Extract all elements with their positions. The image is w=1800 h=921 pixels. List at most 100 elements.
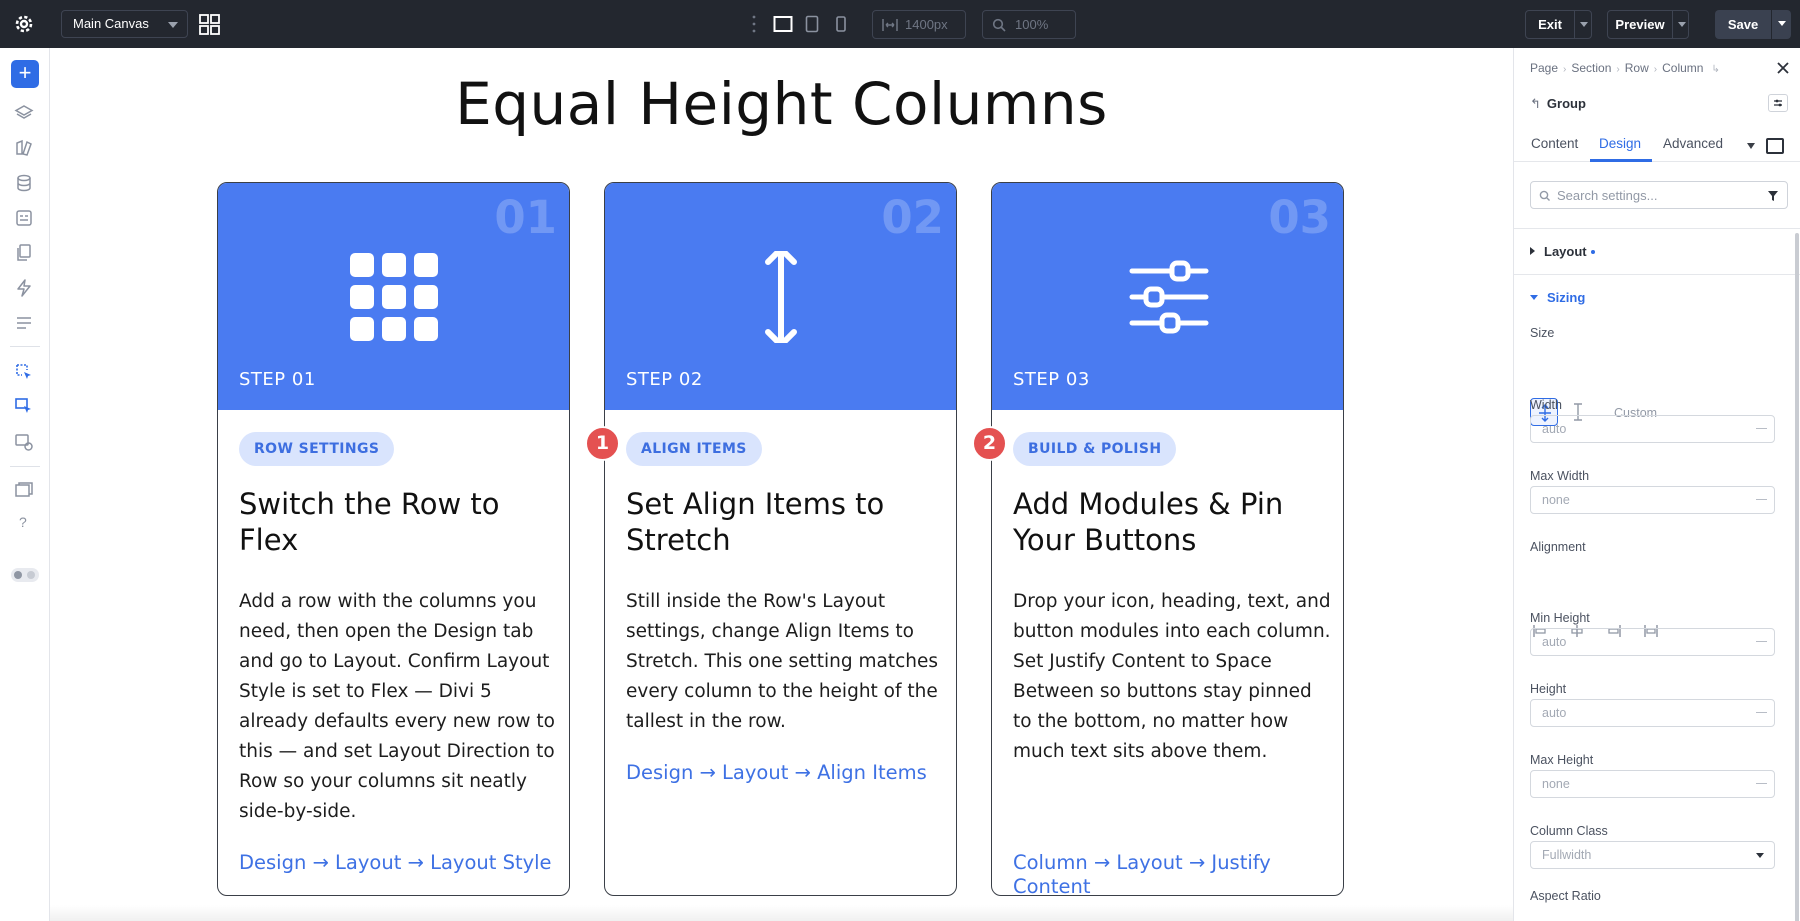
tablet-view-icon[interactable] <box>802 14 822 34</box>
design-library-icon[interactable] <box>14 138 34 158</box>
min-height-value: auto <box>1542 635 1567 649</box>
layout-section-toggle[interactable]: Layout <box>1530 244 1595 259</box>
card-header: 01 STEP 01 <box>218 183 569 410</box>
more-vertical-icon[interactable] <box>752 15 756 33</box>
save-label: Save <box>1727 17 1759 32</box>
toggle-options-icon[interactable] <box>1768 94 1788 112</box>
layers-icon[interactable] <box>14 103 34 123</box>
max-width-label: Max Width <box>1530 469 1590 483</box>
database-icon[interactable] <box>14 173 34 193</box>
exit-button[interactable]: Exit <box>1525 10 1592 39</box>
canvas-width-field[interactable]: 1400px <box>872 10 966 39</box>
close-icon[interactable] <box>1776 61 1790 75</box>
card-heading: Set Align Items to Stretch <box>626 487 885 557</box>
desktop-view-icon[interactable] <box>773 14 793 34</box>
step-label: STEP 01 <box>239 369 316 390</box>
alignment-label: Alignment <box>1530 540 1586 554</box>
card-link[interactable]: Design → Layout → Layout Style <box>239 851 559 875</box>
column-class-select[interactable]: Fullwidth <box>1530 841 1775 869</box>
exit-label: Exit <box>1538 17 1562 32</box>
filter-icon[interactable] <box>1767 190 1779 202</box>
select-element-icon[interactable] <box>14 362 34 382</box>
add-module-button[interactable]: + <box>11 60 39 88</box>
tab-design[interactable]: Design <box>1599 136 1641 151</box>
chevron-down-icon[interactable] <box>1747 143 1755 149</box>
canvas-select[interactable]: Main Canvas <box>61 10 188 38</box>
card-link[interactable]: Column → Layout → Justify Content <box>1013 851 1333 895</box>
step-label: STEP 03 <box>1013 369 1090 390</box>
max-height-value: none <box>1542 777 1570 791</box>
return-arrow-icon: ↳ <box>1711 64 1720 75</box>
save-button[interactable]: Save <box>1715 10 1791 39</box>
card-body: Still inside the Row's Layout settings, … <box>626 591 939 732</box>
group-selector[interactable]: ↰ Group <box>1530 96 1586 112</box>
builder-canvas: Equal Height Columns 01 STEP 01 ROW SETT… <box>50 48 1513 921</box>
chevron-down-icon <box>1756 853 1764 858</box>
height-input[interactable]: auto <box>1530 699 1775 727</box>
width-input[interactable]: auto <box>1530 415 1775 443</box>
card-link[interactable]: Design → Layout → Align Items <box>626 761 946 785</box>
caret-right-icon <box>1530 247 1535 255</box>
step-marker-2: 2 <box>972 426 1007 461</box>
search-placeholder: Search settings... <box>1557 188 1658 203</box>
breadcrumb-column[interactable]: Column <box>1662 61 1703 75</box>
preview-label: Preview <box>1615 17 1665 32</box>
breadcrumb-page[interactable]: Page <box>1530 61 1558 75</box>
aspect-ratio-label: Aspect Ratio <box>1530 889 1601 903</box>
min-height-input[interactable]: auto <box>1530 628 1775 656</box>
chevron-down-icon[interactable] <box>1580 22 1588 27</box>
chevron-down-icon <box>168 22 178 28</box>
card-header: 02 STEP 02 <box>605 183 956 410</box>
tab-advanced[interactable]: Advanced <box>1663 136 1723 151</box>
width-arrows-icon <box>882 19 898 31</box>
search-icon <box>992 18 1006 32</box>
card-body: Drop your icon, heading, text, and butto… <box>1013 591 1331 762</box>
top-toolbar: Main Canvas 1400px 100% Exit Preview Sav… <box>0 0 1800 48</box>
canvas-width-value: 1400px <box>905 17 948 32</box>
step-tag: BUILD & POLISH <box>1013 432 1177 466</box>
list-icon[interactable] <box>14 313 34 333</box>
sizing-section-label: Sizing <box>1547 290 1586 305</box>
layout-grid-icon[interactable] <box>199 14 220 35</box>
tab-content[interactable]: Content <box>1531 136 1578 151</box>
responsive-view-icon[interactable] <box>14 432 34 452</box>
height-label: Height <box>1530 682 1567 696</box>
phone-view-icon[interactable] <box>831 14 851 34</box>
height-value: auto <box>1542 706 1567 720</box>
square-icon[interactable] <box>1766 138 1784 154</box>
card-number: 02 <box>881 191 944 244</box>
step-card-3[interactable]: 03 STEP 03 BUILD & POLISH Add Modules & … <box>991 182 1344 896</box>
card-number: 03 <box>1268 191 1331 244</box>
page-title[interactable]: Equal Height Columns <box>50 70 1513 138</box>
preview-button[interactable]: Preview <box>1607 10 1689 39</box>
help-icon[interactable]: ? <box>19 514 27 530</box>
sizing-section-toggle[interactable]: Sizing <box>1530 290 1585 305</box>
chevron-down-icon[interactable] <box>1678 22 1686 27</box>
breadcrumb-section[interactable]: Section <box>1571 61 1611 75</box>
vertical-arrows-icon <box>765 251 797 343</box>
panel-scrollbar[interactable] <box>1795 233 1799 921</box>
pages-icon[interactable] <box>14 243 34 263</box>
page-settings-icon[interactable] <box>14 208 34 228</box>
wireframe-icon[interactable] <box>14 481 34 501</box>
zoom-field[interactable]: 100% <box>982 10 1076 39</box>
step-card-1[interactable]: 01 STEP 01 ROW SETTINGS Switch the Row t… <box>217 182 570 896</box>
zoom-value: 100% <box>1015 17 1049 32</box>
max-width-input[interactable]: none <box>1530 486 1775 514</box>
max-width-value: none <box>1542 493 1570 507</box>
step-card-2[interactable]: 02 STEP 02 ALIGN ITEMS Set Align Items t… <box>604 182 957 896</box>
breadcrumb-row[interactable]: Row <box>1625 61 1649 75</box>
settings-gear-icon[interactable] <box>12 12 36 36</box>
modified-dot <box>1590 250 1595 254</box>
card-number: 01 <box>494 191 557 244</box>
search-settings-input[interactable]: Search settings... <box>1530 181 1788 209</box>
lightning-icon[interactable] <box>14 278 34 298</box>
width-label: Width <box>1530 398 1562 412</box>
caret-down-icon <box>1530 295 1538 300</box>
sliders-icon <box>1129 260 1209 334</box>
multi-select-icon[interactable] <box>14 397 34 417</box>
max-height-input[interactable]: none <box>1530 770 1775 798</box>
theme-toggle[interactable] <box>11 568 39 582</box>
step-marker-1: 1 <box>585 426 620 461</box>
chevron-down-icon[interactable] <box>1778 21 1786 26</box>
